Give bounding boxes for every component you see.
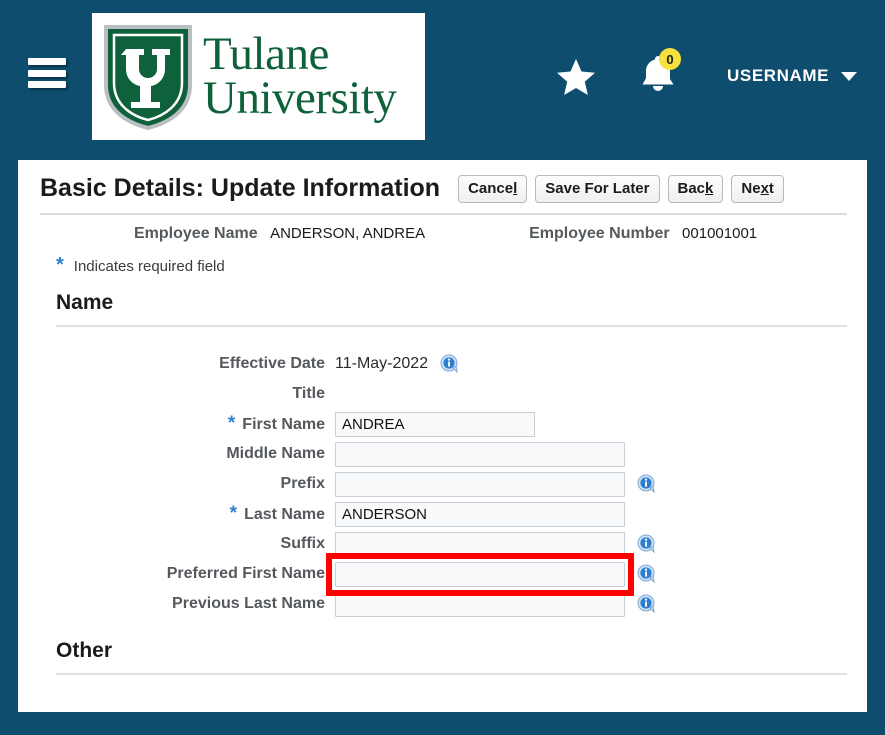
info-icon[interactable] (637, 534, 657, 554)
info-icon[interactable] (637, 474, 657, 494)
required-note-text: Indicates required field (73, 258, 225, 275)
other-section: Other (18, 639, 867, 675)
prefix-label: Prefix (280, 475, 325, 492)
first-name-label-text: First Name (242, 416, 325, 433)
row-previous-last-name: Previous Last Name (18, 589, 867, 619)
row-first-name: * First Name (18, 409, 867, 439)
previous-last-name-label: Previous Last Name (172, 595, 325, 612)
row-title: Title (18, 379, 867, 409)
preferred-first-name-input[interactable] (335, 561, 625, 587)
last-name-label-text: Last Name (244, 506, 325, 523)
first-name-input[interactable] (335, 411, 535, 437)
username-label: USERNAME (727, 66, 830, 85)
save-for-later-button[interactable]: Save For Later (535, 174, 660, 203)
logo-line-1: Tulane (203, 28, 329, 81)
name-form: Effective Date 11-May-2022 Title * First… (18, 349, 867, 619)
title-label: Title (292, 385, 325, 402)
save-for-later-label: Save For Later (545, 179, 650, 197)
app-header: Tulane University 0 USERNAME (0, 0, 885, 155)
employee-info-row: Employee Name ANDERSON, ANDREA Employee … (18, 215, 867, 243)
row-suffix: Suffix (18, 529, 867, 559)
tulane-wordmark: Tulane University (203, 28, 397, 124)
page-title-row: Basic Details: Update Information Cancel… (18, 160, 867, 203)
employee-number-value: 001001001 (682, 225, 758, 242)
info-icon[interactable] (440, 354, 460, 374)
row-middle-name: Middle Name (18, 439, 867, 469)
preferred-first-name-label: Preferred First Name (166, 565, 325, 582)
preferred-first-name-highlight (326, 552, 634, 596)
employee-name-value: ANDERSON, ANDREA (270, 225, 426, 242)
page-title: Basic Details: Update Information (40, 174, 441, 202)
last-name-label: * Last Name (18, 504, 335, 524)
previous-last-name-input[interactable] (335, 591, 625, 617)
employee-number-group: Employee Number 001001001 (529, 225, 757, 243)
next-label-post: t (768, 179, 774, 197)
employee-number-label: Employee Number (529, 225, 670, 242)
middle-name-label: Middle Name (226, 445, 325, 462)
last-name-input[interactable] (335, 501, 625, 527)
row-effective-date: Effective Date 11-May-2022 (18, 349, 867, 379)
middle-name-input[interactable] (335, 441, 625, 467)
action-buttons: Cancel Save For Later Back Next (458, 174, 784, 203)
prefix-input[interactable] (335, 471, 625, 497)
info-icon[interactable] (637, 564, 657, 584)
next-accesskey: x (760, 179, 769, 197)
star-icon[interactable] (556, 58, 596, 101)
back-label-pre: Bac (677, 179, 706, 197)
hamburger-menu-icon[interactable] (28, 58, 66, 88)
other-section-divider (56, 673, 847, 675)
required-asterisk: * (56, 254, 64, 276)
suffix-label: Suffix (280, 535, 325, 552)
next-button[interactable]: Next (731, 174, 784, 203)
row-prefix: Prefix (18, 469, 867, 499)
info-icon[interactable] (637, 594, 657, 614)
bell-icon[interactable]: 0 (640, 48, 681, 99)
name-section-divider (56, 325, 847, 327)
section-heading-name: Name (56, 291, 114, 314)
section-heading-other: Other (56, 639, 113, 662)
username-menu[interactable]: USERNAME (727, 66, 858, 86)
effective-date-value: 11-May-2022 (335, 355, 429, 372)
next-label-pre: Ne (741, 179, 761, 197)
effective-date-label: Effective Date (219, 355, 325, 372)
required-asterisk: * (229, 503, 238, 524)
chevron-down-icon (841, 71, 858, 81)
row-last-name: * Last Name (18, 499, 867, 529)
hamburger-bar (28, 69, 66, 77)
hamburger-bar (28, 81, 66, 88)
required-asterisk: * (227, 413, 236, 434)
cancel-label-pre: Cance (468, 179, 514, 197)
content-card: Basic Details: Update Information Cancel… (18, 160, 867, 712)
suffix-input[interactable] (335, 531, 625, 557)
cancel-button[interactable]: Cancel (458, 174, 528, 203)
notification-count-badge: 0 (659, 48, 681, 70)
hamburger-bar (28, 58, 66, 65)
row-preferred-first-name: Preferred First Name (18, 552, 867, 596)
employee-name-group: Employee Name ANDERSON, ANDREA (134, 225, 425, 243)
back-button[interactable]: Back (667, 174, 724, 203)
back-accesskey: k (705, 179, 714, 197)
tulane-university-logo[interactable]: Tulane University (92, 13, 425, 140)
logo-line-2: University (203, 71, 397, 124)
first-name-label: * First Name (18, 414, 335, 434)
required-field-note: * Indicates required field (18, 243, 867, 275)
cancel-accesskey: l (513, 179, 518, 197)
tulane-shield-icon (102, 23, 194, 131)
employee-name-label: Employee Name (134, 225, 258, 242)
